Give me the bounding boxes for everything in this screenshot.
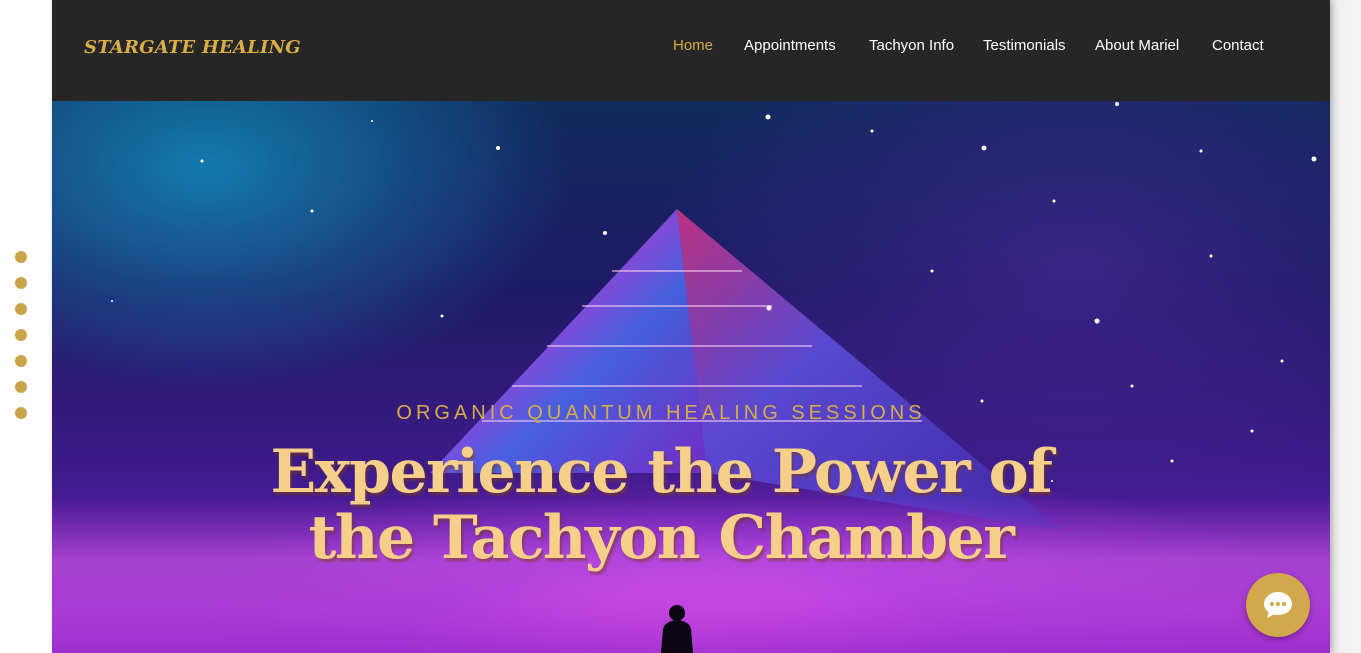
page-scroll-gutter <box>1330 0 1361 653</box>
main-nav: Home Appointments Tachyon Info Testimoni… <box>52 37 1330 57</box>
section-dot[interactable] <box>15 355 27 367</box>
section-dot[interactable] <box>15 277 27 289</box>
section-dot[interactable] <box>15 329 27 341</box>
section-dot-nav <box>15 251 27 433</box>
hero-kicker: ORGANIC QUANTUM HEALING SESSIONS <box>396 402 926 424</box>
section-dot[interactable] <box>15 303 27 315</box>
nav-contact[interactable]: Contact <box>1212 37 1264 54</box>
chat-bubble-icon <box>1264 592 1292 618</box>
page-frame: STARGATE HEALING Home Appointments Tachy… <box>52 0 1330 653</box>
nav-about-mariel[interactable]: About Mariel <box>1095 37 1179 54</box>
nav-testimonials[interactable]: Testimonials <box>983 37 1066 54</box>
nav-tachyon-info[interactable]: Tachyon Info <box>869 37 954 54</box>
hero-headline: Experience the Power of the Tachyon Cham… <box>52 439 1270 571</box>
hero-section: ORGANIC QUANTUM HEALING SESSIONS Experie… <box>52 101 1330 653</box>
site-header: STARGATE HEALING Home Appointments Tachy… <box>52 0 1330 101</box>
section-dot[interactable] <box>15 251 27 263</box>
nav-home[interactable]: Home <box>673 37 713 54</box>
chat-button[interactable] <box>1246 573 1310 637</box>
section-dot[interactable] <box>15 381 27 393</box>
pyramid-left-face <box>430 209 707 473</box>
hero-headline-line-2: the Tachyon Chamber <box>308 503 1015 573</box>
nav-appointments[interactable]: Appointments <box>744 37 836 54</box>
section-dot[interactable] <box>15 407 27 419</box>
hero-headline-line-1: Experience the Power of <box>270 437 1053 507</box>
